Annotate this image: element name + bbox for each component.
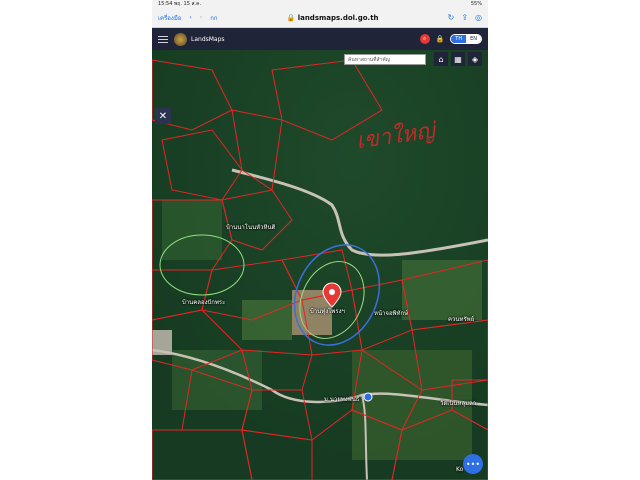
- status-time: 15:54: [158, 1, 173, 7]
- map-label-corner: Ko: [456, 466, 464, 473]
- back-icon[interactable]: ‹: [189, 14, 191, 21]
- map-label-village-5: ควนทรัพย์: [448, 316, 475, 323]
- measure-tool-icon[interactable]: ✕: [155, 108, 171, 124]
- landmark-search-input[interactable]: ค้นหาสถานที่สำคัญ: [344, 54, 426, 65]
- dol-logo: [174, 32, 187, 46]
- close-icon[interactable]: ×: [418, 54, 428, 65]
- search-location-icon[interactable]: ⌕: [419, 34, 430, 44]
- map-label-village-4: หน้าจอพิทักษ์: [374, 310, 409, 317]
- map-tools: ⌂ ▦ ◈: [434, 52, 482, 66]
- map-label-village-3: บ้านทุ่งโพรงฯ: [310, 308, 345, 315]
- map-label-village-1: บ้านนาโนนหัวหินติ: [226, 224, 276, 231]
- compass-icon[interactable]: ◎: [475, 13, 482, 22]
- layers-icon[interactable]: ◈: [468, 52, 482, 66]
- url-text: landsmaps.dol.go.th: [297, 13, 379, 22]
- status-date: พฤ. 15 ส.ค.: [174, 1, 202, 7]
- reader-aa-button[interactable]: กก: [210, 13, 217, 23]
- satellite-map[interactable]: [152, 50, 488, 480]
- url-bar[interactable]: 🔒 landsmaps.dol.go.th: [217, 14, 447, 22]
- map-label-village-7: วัดเนินหลุมลา: [440, 400, 477, 407]
- battery-indicator: 55%: [470, 1, 482, 7]
- browser-back-label[interactable]: เครื่องมือ: [158, 13, 181, 23]
- lock-icon[interactable]: 🔒: [436, 35, 445, 43]
- home-icon[interactable]: ⌂: [434, 52, 448, 66]
- map-label-village-6: ม.นายพงพันธ์: [324, 396, 360, 403]
- map-label-village-2: บ้านคลองปักพระ: [182, 299, 226, 306]
- language-toggle[interactable]: TH EN: [450, 34, 482, 44]
- app-header: LandsMaps ⌕ 🔒 TH EN: [152, 28, 488, 50]
- share-icon[interactable]: ⇪: [461, 13, 468, 22]
- browser-toolbar: เครื่องมือ ‹ › กก 🔒 landsmaps.dol.go.th …: [152, 8, 488, 28]
- map-canvas: [152, 50, 488, 480]
- grid-icon[interactable]: ▦: [451, 52, 465, 66]
- forward-icon[interactable]: ›: [200, 14, 202, 21]
- lang-en-option[interactable]: EN: [466, 35, 481, 43]
- ipad-screen: 15:54 พฤ. 15 ส.ค. 55% เครื่องมือ ‹ › กก …: [152, 0, 488, 480]
- lang-th-option[interactable]: TH: [451, 35, 467, 43]
- status-bar: 15:54 พฤ. 15 ส.ค. 55%: [152, 0, 488, 8]
- more-options-button[interactable]: •••: [463, 454, 483, 474]
- menu-icon[interactable]: [158, 35, 168, 43]
- app-name: LandsMaps: [191, 35, 225, 43]
- reload-icon[interactable]: ↻: [448, 13, 455, 22]
